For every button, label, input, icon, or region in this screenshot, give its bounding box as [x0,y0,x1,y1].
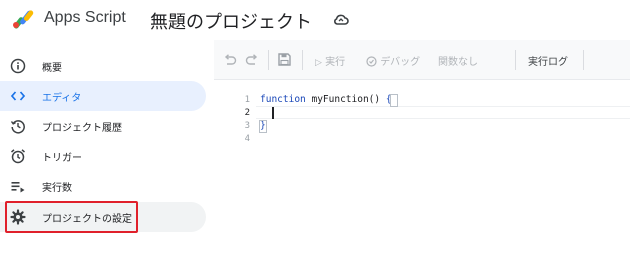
sidebar-item-label: トリガー [42,153,82,164]
execution-log-label: 実行ログ [528,57,568,68]
sidebar-item-executions[interactable]: 実行数 [0,171,206,201]
line-number: 1 [244,95,250,105]
play-icon: ▷ [315,58,322,68]
function-select-value: 関数なし [438,57,478,68]
line-number: 2 [244,108,250,118]
debug-label: デバッグ [380,57,421,68]
apps-script-logo[interactable] [11,7,39,31]
toolbar-divider [515,50,516,70]
debug-icon [366,56,377,67]
code-icon [10,91,26,101]
sidebar-item-history[interactable]: プロジェクト履歴 [0,111,206,141]
settings-highlight-box [5,201,138,233]
code-function-name: myFunction() [305,94,386,105]
code-line-1: function myFunction() { [260,94,392,105]
alarm-icon [11,149,25,164]
toolbar-divider [302,50,303,70]
line-number: 4 [244,134,250,144]
sidebar-item-overview[interactable]: 概要 [0,51,206,81]
save-icon[interactable] [277,52,292,67]
bracket-match-close [259,120,267,133]
function-select[interactable]: 関数なし [438,53,478,68]
debug-button[interactable]: デバッグ [366,53,421,68]
editor-toolbar: ▷ 実行 デバッグ 関数なし 実行ログ [214,40,630,80]
redo-icon[interactable] [245,53,259,67]
app-name: Apps Script [44,9,126,26]
line-number: 3 [244,121,250,131]
editor-pane: ▷ 実行 デバッグ 関数なし 実行ログ 1 2 3 4 function myF… [214,40,630,254]
bracket-match-open [390,94,398,107]
code-keyword: function [260,94,306,105]
sidebar-item-triggers[interactable]: トリガー [0,141,206,171]
sidebar-item-label: プロジェクト履歴 [42,123,122,134]
sidebar-item-label: 概要 [42,63,62,74]
text-caret [272,107,274,119]
sidebar-item-label: 実行数 [42,183,72,194]
cloud-sync-icon [334,14,349,25]
current-line-highlight [256,106,630,119]
history-icon [10,120,25,134]
sidebar-item-editor[interactable]: エディタ [0,81,206,111]
sidebar: 概要 エディタ プロジェクト履歴 トリガー 実行数 プロジェクトの設定 [0,40,214,254]
run-button[interactable]: ▷ 実行 [315,53,346,68]
toolbar-divider [583,50,584,70]
sidebar-item-label: エディタ [42,93,82,104]
execution-log-button[interactable]: 実行ログ [528,53,568,68]
app-header: Apps Script 無題のプロジェクト [0,0,630,40]
project-title[interactable]: 無題のプロジェクト [150,8,312,34]
code-editor[interactable]: 1 2 3 4 function myFunction() { } [214,80,630,254]
list-play-icon [11,182,25,193]
undo-icon[interactable] [223,53,237,67]
toolbar-divider [268,50,269,70]
run-label: 実行 [325,57,346,68]
info-icon [10,58,26,74]
